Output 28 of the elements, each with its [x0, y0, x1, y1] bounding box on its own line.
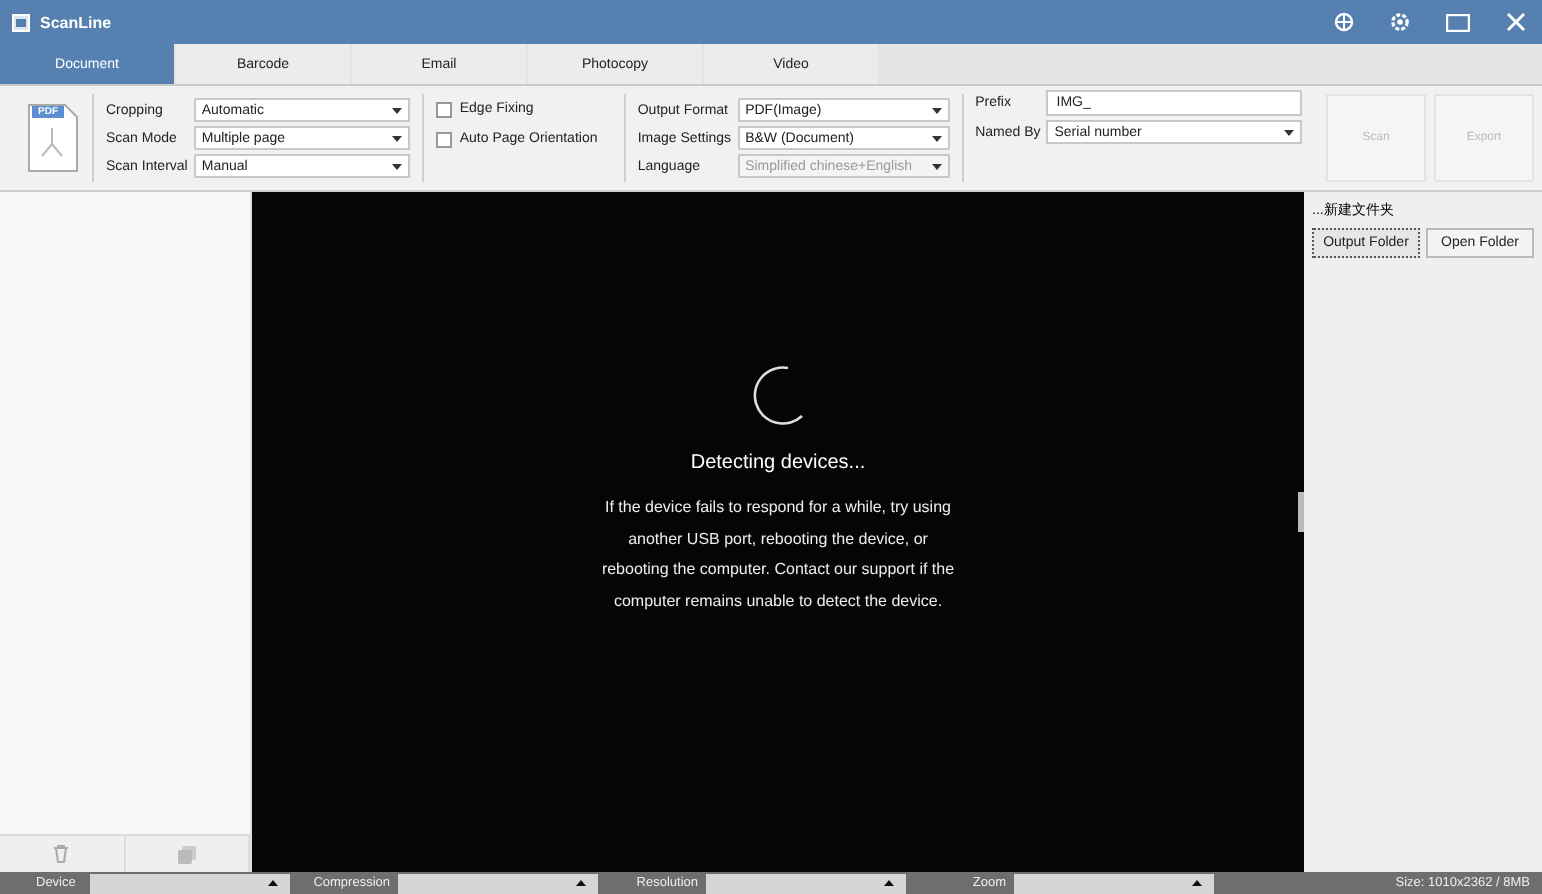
- status-dropdown[interactable]: [706, 873, 906, 893]
- status-dropdown[interactable]: [398, 873, 598, 893]
- dropdown-arrow-icon: [1192, 880, 1202, 886]
- dropdown-arrow-icon: [931, 163, 942, 169]
- settings-icon[interactable]: [1390, 12, 1410, 32]
- help-message: If the device fails to respond for a while, try using another USB port, rebooting the device, or rebooting the computer. Contact our support if the computer remains unable to detect the device.: [599, 496, 957, 614]
- dropdown-arrow-icon: [576, 880, 586, 886]
- status-text: Detecting devices...: [690, 452, 866, 474]
- dropdown-arrow-icon: [931, 135, 942, 141]
- dropdown-arrow-icon: [1284, 129, 1295, 135]
- maximize-icon[interactable]: [1446, 13, 1470, 31]
- app-logo-icon: [12, 13, 30, 31]
- dropdown-arrow-icon: [391, 163, 402, 169]
- resize-handle[interactable]: [1298, 492, 1304, 532]
- dropdown-arrow-icon: [268, 880, 278, 886]
- pdf-document-drawing: [28, 104, 78, 172]
- window-title: ScanLine: [40, 13, 114, 31]
- dropdown-arrow-icon: [931, 107, 942, 113]
- close-icon[interactable]: [1506, 12, 1526, 32]
- status-dropdown[interactable]: [90, 873, 290, 893]
- status-dropdown[interactable]: [1014, 873, 1214, 893]
- globe-icon[interactable]: [1334, 12, 1354, 32]
- trash-icon[interactable]: [52, 844, 71, 864]
- dropdown-arrow-icon: [884, 880, 894, 886]
- checkbox-box[interactable]: [435, 131, 452, 147]
- dropdown-arrow-icon: [391, 135, 402, 141]
- checkbox-box[interactable]: [435, 101, 452, 117]
- dropdown-arrow-icon: [391, 107, 402, 113]
